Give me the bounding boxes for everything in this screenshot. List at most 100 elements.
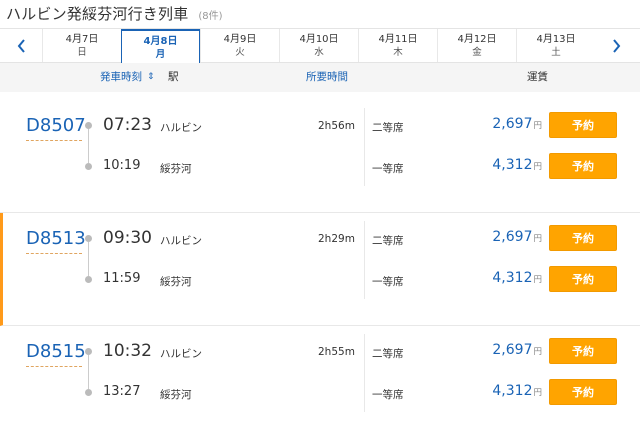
departure-dot [85, 348, 92, 355]
fare-currency: 円 [533, 162, 542, 172]
seat-class: 一等席 [372, 389, 404, 401]
page-title: ハルビン発綏芬河行き列車 [6, 5, 189, 23]
date-tab-date: 4月7日 [65, 33, 99, 45]
fare: 4,312円 [492, 270, 542, 286]
chevron-right-icon [612, 38, 620, 53]
seat-option: 二等席 2,697円 予約 [372, 338, 640, 368]
date-tab-dow: 火 [235, 46, 245, 58]
train-row-highlighted: D8513 09:30 ハルビン 11:59 綏芬河 2h29m 二等席 2,6… [0, 213, 640, 326]
fare-amount: 4,312 [492, 270, 533, 286]
fare-amount: 2,697 [492, 342, 533, 358]
date-tab-dow: 月 [155, 48, 166, 60]
fare-amount: 2,697 [492, 116, 533, 132]
fare: 2,697円 [492, 116, 542, 132]
arrival-time: 13:27 [103, 384, 141, 399]
column-header: 発車時刻 ⇕ 駅 所要時間 運賃 [0, 63, 640, 92]
fare-currency: 円 [533, 121, 542, 131]
train-list: D8507 07:23 ハルビン 10:19 綏芬河 2h56m 二等席 2,6… [0, 100, 640, 426]
arrival-station: 綏芬河 [160, 163, 192, 175]
date-tab-date: 4月11日 [378, 33, 418, 45]
book-button[interactable]: 予約 [549, 153, 617, 179]
date-tab[interactable]: 4月12日 金 [437, 29, 516, 62]
sort-icon[interactable]: ⇕ [147, 63, 155, 92]
station-header: 駅 [168, 71, 179, 83]
arrival-time: 11:59 [103, 271, 141, 286]
train-row: D8515 10:32 ハルビン 13:27 綏芬河 2h55m 二等席 2,6… [0, 326, 640, 426]
fare-amount: 2,697 [492, 229, 533, 245]
date-nav: 4月7日 日 4月8日 月 4月9日 火 4月10日 水 4月11日 木 4月1… [0, 28, 640, 65]
timeline-line [88, 355, 89, 389]
fare: 4,312円 [492, 157, 542, 173]
chevron-left-icon [17, 38, 25, 53]
date-tab[interactable]: 4月9日 火 [200, 29, 279, 62]
departure-time: 07:23 [103, 115, 152, 135]
train-number-underline [26, 253, 82, 254]
sort-by-departure[interactable]: 発車時刻 [100, 63, 142, 92]
departure-dot [85, 235, 92, 242]
seat-divider [364, 221, 365, 299]
fare-header: 運賃 [527, 71, 548, 83]
train-number-underline [26, 366, 82, 367]
book-button[interactable]: 予約 [549, 379, 617, 405]
fare-amount: 4,312 [492, 383, 533, 399]
train-number-link[interactable]: D8507 [26, 115, 86, 136]
train-number-underline [26, 140, 82, 141]
departure-dot [85, 122, 92, 129]
departure-time: 09:30 [103, 228, 152, 248]
fare-currency: 円 [533, 234, 542, 244]
date-tab-dow: 水 [314, 46, 324, 58]
seat-class: 二等席 [372, 235, 404, 247]
seat-class: 二等席 [372, 348, 404, 360]
date-tab-dow: 金 [472, 46, 482, 58]
book-button[interactable]: 予約 [549, 266, 617, 292]
fare-currency: 円 [533, 347, 542, 357]
date-tab-date: 4月9日 [223, 33, 257, 45]
date-tab-dow: 木 [393, 46, 403, 58]
travel-duration: 2h29m [318, 233, 355, 245]
fare: 4,312円 [492, 383, 542, 399]
seat-class: 一等席 [372, 276, 404, 288]
fare: 2,697円 [492, 229, 542, 245]
seat-divider [364, 108, 365, 186]
date-tab[interactable]: 4月11日 木 [358, 29, 437, 62]
sort-by-duration[interactable]: 所要時間 [306, 63, 348, 92]
fare-currency: 円 [533, 388, 542, 398]
travel-duration: 2h55m [318, 346, 355, 358]
train-number-link[interactable]: D8513 [26, 228, 86, 249]
date-tab[interactable]: 4月13日 土 [516, 29, 595, 62]
date-tab-dow: 土 [551, 46, 561, 58]
date-tab[interactable]: 4月7日 日 [42, 29, 121, 62]
book-button[interactable]: 予約 [549, 338, 617, 364]
page-header: ハルビン発綏芬河行き列車 (8件) [0, 0, 640, 28]
arrival-station: 綏芬河 [160, 276, 192, 288]
date-tab-date: 4月10日 [299, 33, 339, 45]
arrival-time: 10:19 [103, 158, 141, 173]
departure-station: ハルビン [160, 122, 202, 134]
date-tab-date: 4月8日 [143, 35, 178, 47]
date-tab-dow: 日 [77, 46, 87, 58]
book-button[interactable]: 予約 [549, 112, 617, 138]
fare-amount: 4,312 [492, 157, 533, 173]
train-row: D8507 07:23 ハルビン 10:19 綏芬河 2h56m 二等席 2,6… [0, 100, 640, 213]
seat-option: 一等席 4,312円 予約 [372, 153, 640, 183]
book-button[interactable]: 予約 [549, 225, 617, 251]
date-tab[interactable]: 4月10日 水 [279, 29, 358, 62]
prev-week-button[interactable] [0, 29, 42, 62]
train-number-link[interactable]: D8515 [26, 341, 86, 362]
date-tab-active[interactable]: 4月8日 月 [121, 29, 200, 65]
seat-option: 二等席 2,697円 予約 [372, 225, 640, 255]
arrival-dot [85, 389, 92, 396]
seat-option: 一等席 4,312円 予約 [372, 379, 640, 409]
date-tab-date: 4月13日 [536, 33, 576, 45]
travel-duration: 2h56m [318, 120, 355, 132]
fare: 2,697円 [492, 342, 542, 358]
seat-class: 一等席 [372, 163, 404, 175]
departure-time: 10:32 [103, 341, 152, 361]
fare-currency: 円 [533, 275, 542, 285]
seat-option: 一等席 4,312円 予約 [372, 266, 640, 296]
arrival-station: 綏芬河 [160, 389, 192, 401]
departure-station: ハルビン [160, 348, 202, 360]
next-week-button[interactable] [595, 29, 637, 62]
arrival-dot [85, 163, 92, 170]
seat-class: 二等席 [372, 122, 404, 134]
